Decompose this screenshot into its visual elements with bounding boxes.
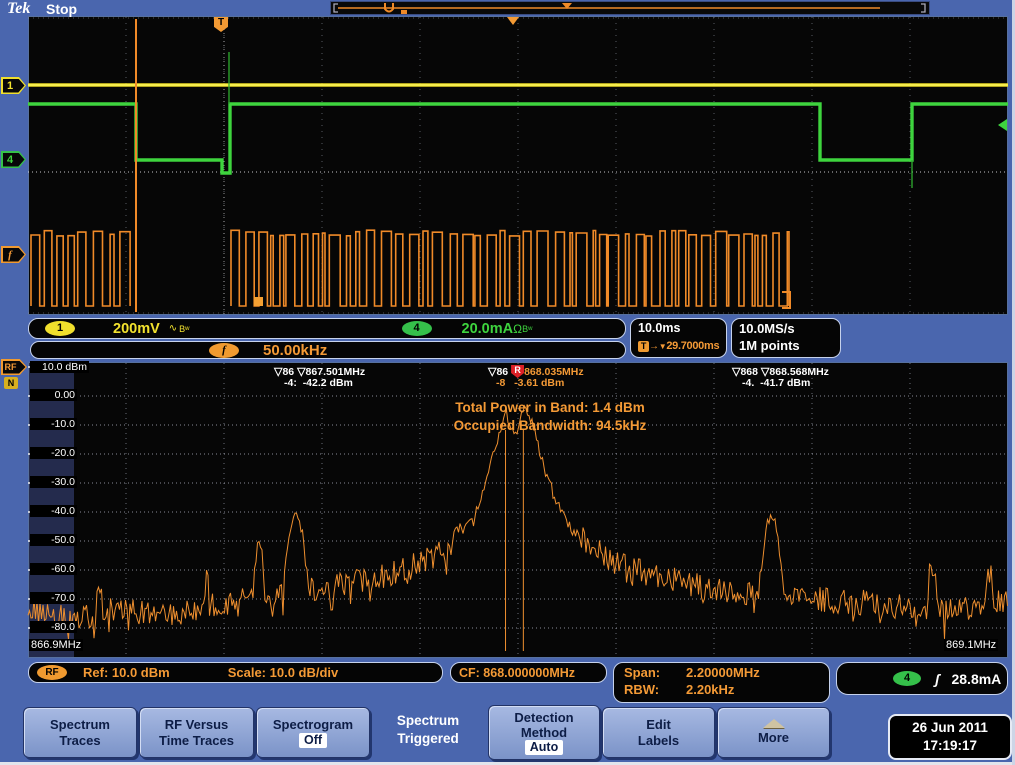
rf-time-tag[interactable]: f [1,246,26,263]
bandwidth-icon: Bʷ [522,324,532,334]
channel1-tag[interactable]: 1 [1,77,26,94]
detection-method-state: Auto [525,740,563,755]
y-axis-label: -40.0 [30,505,77,517]
rf-channel-tag[interactable]: RF [1,359,27,375]
channel4-tag[interactable]: 4 [1,151,26,168]
y-axis-label: -20.0 [30,447,77,459]
trigger-level-readout: 28.8mA [951,671,1001,687]
freq-measure-badge: f [209,343,239,358]
trigger-readout-pill: 4 ʃ 28.8mA [836,662,1008,695]
noise-filter-icon: ∿ [169,323,177,334]
y-axis-label: -10.0 [30,418,77,430]
y-axis-label: -50.0 [30,534,77,546]
channel1-badge: 1 [45,321,75,336]
up-arrow-icon [763,719,785,728]
marker-right-amp-row: -4. -41.7 dBm [742,377,810,389]
occupied-bandwidth-text: Occupied Bandwidth: 94.5kHz [365,417,735,435]
oscilloscope-screen: Tek Stop 1 4 f T 1 200mV ∿ Bʷ 4 20.0mA Ω… [0,0,1015,765]
menu-mode-label: Spectrum Triggered [378,712,478,747]
marker-left-clipped-amp: -4: [284,377,297,389]
channel1-scale: 200mV [113,321,160,337]
y-axis-label: -30.0 [30,476,77,488]
channel4-scale: 20.0mA [462,321,514,337]
rf-time-tag-label: f [1,246,26,263]
span-value: 2.20000MHz [686,665,760,680]
trigger-delay: 29.7000ms [666,340,719,352]
tek-logo: Tek [7,0,30,18]
button-label: Edit [646,717,671,732]
channel4-tag-label: 4 [1,151,26,168]
acquisition-settings-box: 10.0MS/s 1M points [731,318,841,358]
marker-right-clipped-amp: -4. [742,377,754,389]
button-label: RF Versus [165,717,229,732]
y-axis-label: -60.0 [30,563,77,575]
stop-frequency-label: 869.1MHz [944,639,998,651]
sample-rate: 10.0MS/s [739,321,840,336]
marker-right-amp: -41.7 dBm [760,377,810,389]
frequency-measurement: 50.00kHz [263,342,327,359]
total-power-text: Total Power in Band: 1.4 dBm [365,399,735,417]
button-label: Method [521,725,567,740]
button-label: Labels [638,733,679,748]
bandwidth-icon: Bʷ [179,324,189,334]
rf-settings-pill: RF Ref: 10.0 dBm Scale: 10.0 dB/div [28,662,443,683]
time-per-div: 10.0ms [638,321,726,335]
arrow-icon: → [649,341,659,352]
marker-left-amp-row: -4: -42.2 dBm [284,377,353,389]
rf-channel-tag-label: RF [1,359,27,375]
button-label: Spectrum [50,717,110,732]
edit-labels-button[interactable]: Edit Labels [602,707,715,758]
spectrogram-state: Off [299,733,327,748]
horizontal-settings-box: 10.0ms T→▼29.7000ms [630,318,727,358]
acquisition-status: Stop [46,1,77,17]
marker-center-amp-row: -8 -3.61 dBm [496,377,564,389]
datetime-display: 26 Jun 2011 17:19:17 [888,714,1012,760]
button-label: Detection [514,710,573,725]
date-label: 26 Jun 2011 [912,719,988,737]
span-rbw-box: Span: 2.20000MHz RBW: 2.20kHz [613,662,830,703]
marker-left-amp: -42.2 dBm [303,377,353,389]
ref-level-readout: Ref: 10.0 dBm [83,665,170,680]
y-axis-label: -70.0 [30,592,77,604]
mode-label-line: Spectrum [378,712,478,730]
button-label: Time Traces [159,733,234,748]
rbw-value: 2.20kHz [686,682,734,697]
time-domain-graticule [28,16,1008,315]
acquisition-timeline [330,1,930,15]
start-frequency-label: 866.9MHz [29,639,83,651]
time-label: 17:19:17 [923,737,977,755]
rising-edge-icon: ʃ [935,671,939,687]
spectrum-traces-button[interactable]: Spectrum Traces [23,707,137,758]
spectrogram-button[interactable]: Spectrogram Off [256,707,370,758]
span-label: Span: [624,665,686,680]
ref-level-label: 10.0 dBm [30,361,89,373]
rf-versus-time-button[interactable]: RF Versus Time Traces [139,707,254,758]
trigger-source-badge: 4 [893,671,921,686]
center-frequency-pill: CF: 868.000000MHz [450,662,607,683]
channel1-tag-label: 1 [1,77,26,94]
more-button[interactable]: More [717,707,830,758]
button-label: Traces [59,733,100,748]
rf-badge: RF [37,665,67,680]
button-label: More [758,730,789,745]
y-axis-label: -80.0 [30,621,77,633]
record-length: 1M points [739,338,840,353]
detection-method-button[interactable]: Detection Method Auto [488,705,600,760]
trigger-t-icon: T [638,341,649,352]
marker-center-clipped-amp: -8 [496,377,505,389]
ohm-icon: Ω [513,322,522,336]
mode-label-line: Triggered [378,730,478,748]
frequency-readout-pill: f 50.00kHz [30,341,626,359]
y-axis-label: 0.00 [30,389,77,401]
band-measurement-annotation: Total Power in Band: 1.4 dBm Occupied Ba… [365,399,735,435]
center-frequency-readout: CF: 868.000000MHz [459,666,575,680]
channel4-badge: 4 [402,321,432,336]
channel-readout-pill: 1 200mV ∿ Bʷ 4 20.0mA Ω Bʷ [28,318,626,339]
rbw-label: RBW: [624,682,686,697]
normal-trace-badge: N [4,377,18,389]
button-label: Spectrogram [273,717,353,732]
scale-readout: Scale: 10.0 dB/div [228,665,339,680]
marker-center-amp: -3.61 dBm [514,377,564,389]
